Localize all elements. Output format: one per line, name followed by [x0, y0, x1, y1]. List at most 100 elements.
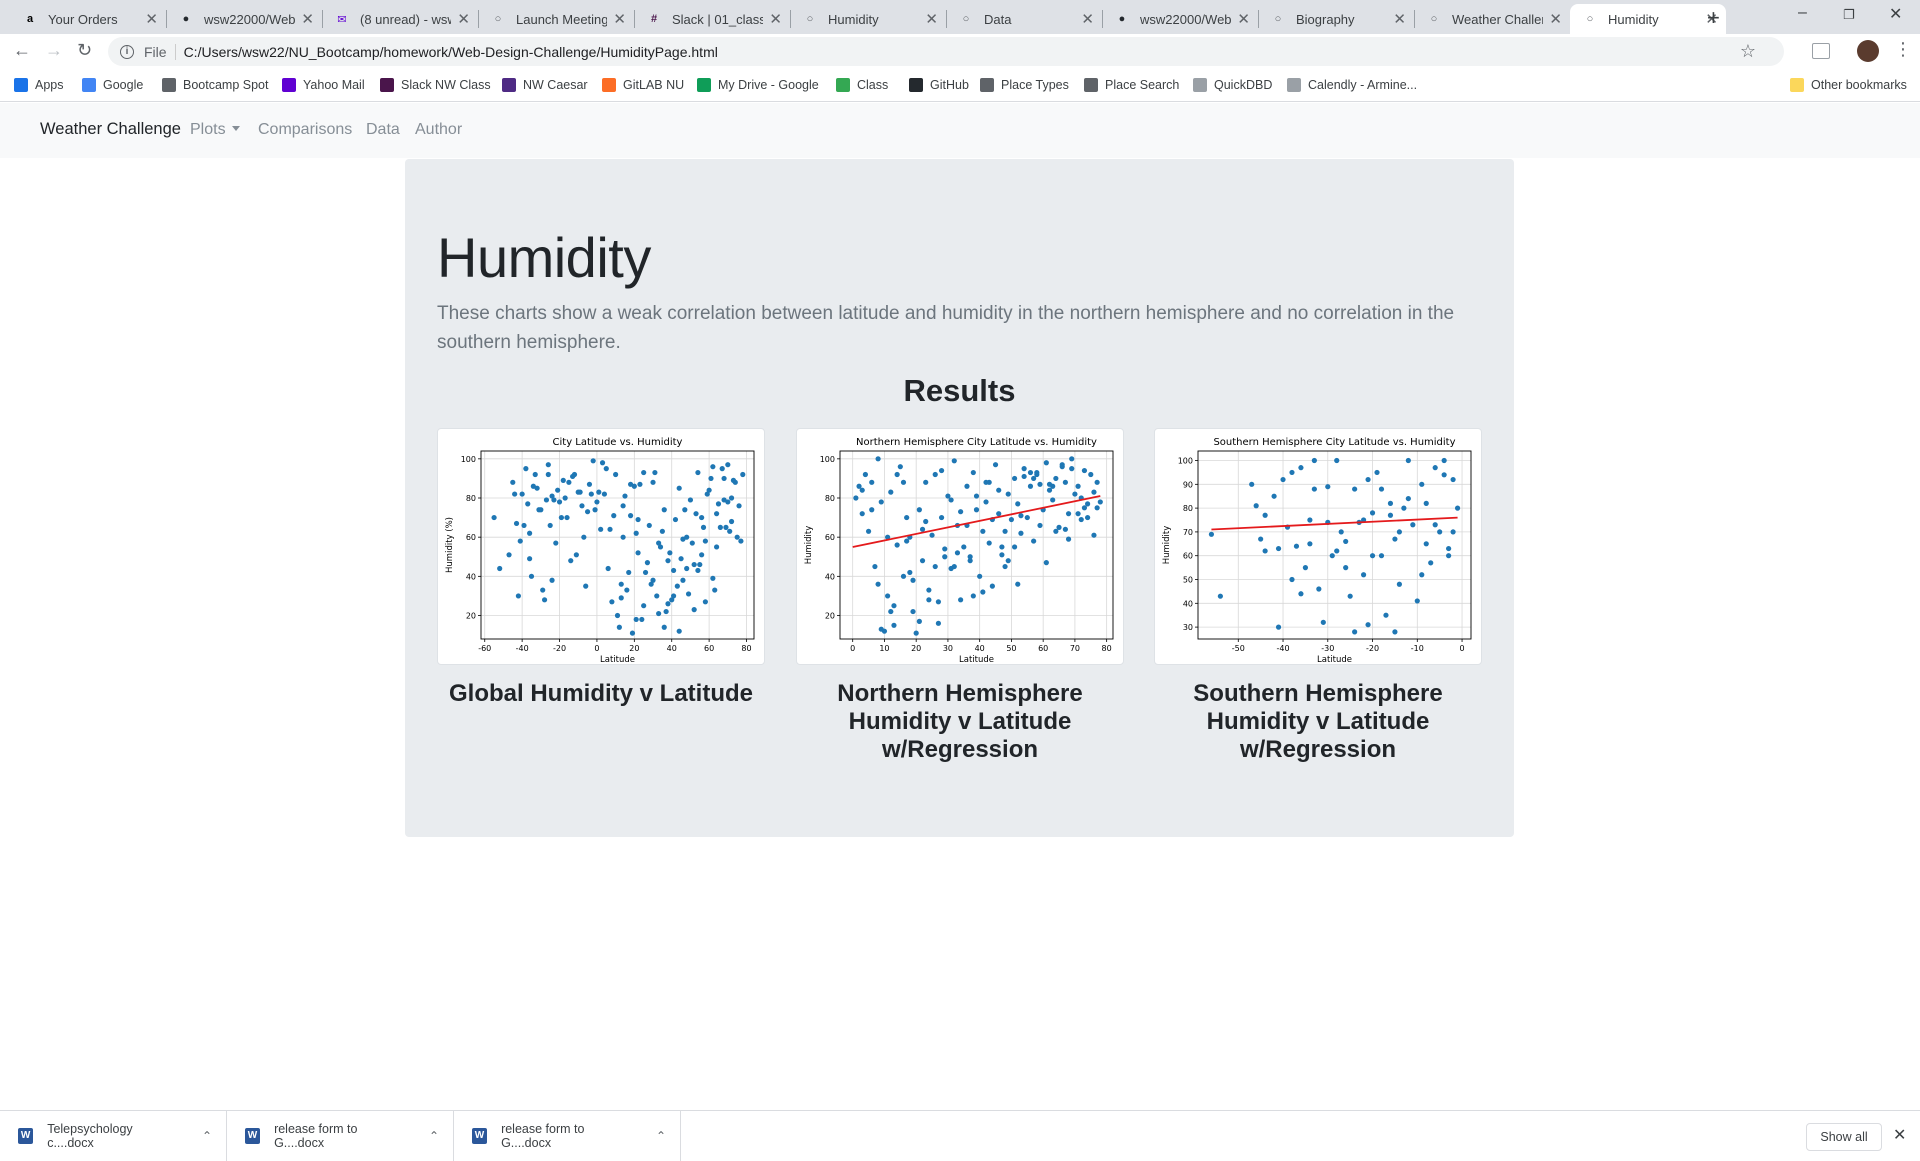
- tab[interactable]: ● wsw22000/Web- ✕: [166, 4, 322, 34]
- address-bar[interactable]: i File C:/Users/wsw22/NU_Bootcamp/homewo…: [108, 37, 1784, 66]
- tab[interactable]: ○ Biography ✕: [1258, 4, 1414, 34]
- close-tab-icon[interactable]: ✕: [457, 10, 470, 28]
- data-point: [644, 560, 651, 566]
- slack-icon: #: [650, 13, 658, 25]
- close-tab-icon[interactable]: ✕: [1393, 10, 1406, 28]
- data-point: [594, 499, 600, 505]
- download-menu-icon[interactable]: ⌃: [202, 1129, 212, 1143]
- download-menu-icon[interactable]: ⌃: [429, 1129, 439, 1143]
- data-point: [951, 458, 957, 464]
- nav-data[interactable]: Data: [366, 121, 400, 139]
- bookmark-item[interactable]: My Drive - Google: [697, 78, 819, 92]
- data-point: [1378, 553, 1385, 559]
- bookmark-item[interactable]: Apps: [14, 78, 64, 92]
- new-tab-button[interactable]: +: [1707, 5, 1720, 31]
- site-info-icon[interactable]: i: [120, 44, 134, 59]
- other-bookmarks[interactable]: Other bookmarks: [1790, 78, 1907, 92]
- bookmark-item[interactable]: Yahoo Mail: [282, 78, 365, 92]
- nav-author[interactable]: Author: [415, 121, 462, 139]
- bookmark-label: My Drive - Google: [718, 78, 819, 92]
- bookmark-item[interactable]: Place Types: [980, 78, 1069, 92]
- data-point: [1088, 471, 1094, 478]
- close-tab-icon[interactable]: ✕: [1237, 10, 1250, 28]
- tab[interactable]: ● wsw22000/Web- ✕: [1102, 4, 1258, 34]
- y-tick-label: 80: [466, 494, 476, 503]
- bookmark-item[interactable]: GitLAB NU: [602, 78, 684, 92]
- chart-card-northern[interactable]: Northern Hemisphere City Latitude vs. Hu…: [796, 428, 1124, 665]
- bookmark-item[interactable]: Class: [836, 78, 888, 92]
- data-point: [999, 544, 1005, 550]
- bookmark-item[interactable]: Slack NW Class: [380, 78, 491, 92]
- download-item[interactable]: W Telepsychology c....docx ⌃: [0, 1111, 227, 1161]
- avatar[interactable]: [1857, 40, 1879, 62]
- close-tab-icon[interactable]: ✕: [301, 10, 314, 28]
- tab[interactable]: ○ Launch Meeting ✕: [478, 4, 634, 34]
- data-point: [656, 610, 662, 617]
- data-point: [891, 622, 897, 628]
- data-point: [1414, 598, 1420, 604]
- download-item[interactable]: Wrelease form to G....docx ⌃: [454, 1111, 681, 1161]
- data-point: [676, 628, 682, 634]
- other-bookmarks-label: Other bookmarks: [1811, 78, 1907, 92]
- plots-dropdown[interactable]: Plots: [190, 121, 240, 139]
- download-menu-icon[interactable]: ⌃: [656, 1129, 666, 1143]
- chart-card-global[interactable]: City Latitude vs. Humidity -60 -40 -20 0 20 40…: [437, 428, 765, 665]
- data-point: [717, 524, 723, 530]
- data-point: [710, 464, 716, 470]
- close-tab-icon[interactable]: ✕: [613, 10, 626, 28]
- data-point: [566, 479, 572, 485]
- extension-icon[interactable]: [1812, 43, 1830, 59]
- close-tab-icon[interactable]: ✕: [769, 10, 782, 28]
- data-point: [853, 495, 859, 501]
- data-point: [1311, 486, 1317, 492]
- data-point: [708, 475, 714, 482]
- tab[interactable]: ○ Weather Challen ✕: [1414, 4, 1570, 34]
- menu-icon[interactable]: ⋮: [1894, 39, 1912, 60]
- bookmark-item[interactable]: Place Search: [1084, 78, 1179, 92]
- x-tick-label: 20: [629, 644, 639, 653]
- restore-icon[interactable]: ❐: [1843, 7, 1855, 23]
- y-axis-label: Humidity: [804, 526, 814, 565]
- nav-comparisons[interactable]: Comparisons: [258, 121, 352, 139]
- close-shelf-icon[interactable]: ✕: [1893, 1125, 1906, 1145]
- data-point: [942, 554, 948, 560]
- bookmark-item[interactable]: Google: [82, 78, 143, 92]
- close-window-icon[interactable]: ✕: [1889, 4, 1902, 24]
- tab[interactable]: ✉ (8 unread) - wsw ✕: [322, 4, 478, 34]
- data-point: [725, 462, 731, 468]
- data-point: [1343, 538, 1349, 545]
- data-point: [967, 554, 973, 560]
- southern-humidity-scatter: Southern Hemisphere City Latitude vs. Hu…: [1162, 437, 1472, 664]
- minimize-icon[interactable]: –: [1798, 4, 1807, 22]
- reload-icon[interactable]: ↻: [77, 40, 92, 61]
- show-all-button[interactable]: Show all: [1806, 1123, 1882, 1151]
- data-point: [624, 587, 630, 593]
- forward-icon[interactable]: →: [45, 40, 63, 61]
- data-point: [599, 460, 606, 466]
- close-tab-icon[interactable]: ✕: [145, 10, 158, 28]
- close-tab-icon[interactable]: ✕: [925, 10, 938, 28]
- tab[interactable]: ○ Humidity ✕: [1570, 4, 1726, 34]
- close-tab-icon[interactable]: ✕: [1549, 10, 1562, 28]
- bookmark-item[interactable]: NW Caesar: [502, 78, 588, 92]
- data-point: [1441, 472, 1447, 478]
- data-point: [689, 540, 695, 546]
- bookmark-item[interactable]: Bootcamp Spot: [162, 78, 268, 92]
- close-tab-icon[interactable]: ✕: [1081, 10, 1094, 28]
- bookmark-star-icon[interactable]: ☆: [1740, 41, 1756, 62]
- chart-card-southern[interactable]: Southern Hemisphere City Latitude vs. Hu…: [1154, 428, 1482, 665]
- tab[interactable]: a Your Orders ✕: [10, 4, 166, 34]
- bookmark-item[interactable]: QuickDBD: [1193, 78, 1272, 92]
- tab[interactable]: ○ Data ✕: [946, 4, 1102, 34]
- brand-link[interactable]: Weather Challenge: [40, 120, 181, 139]
- download-item[interactable]: Wrelease form to G....docx ⌃: [227, 1111, 454, 1161]
- bookmark-item[interactable]: GitHub: [909, 78, 969, 92]
- tab[interactable]: ○ Humidity ✕: [790, 4, 946, 34]
- data-point: [1289, 469, 1295, 476]
- address-url[interactable]: C:/Users/wsw22/NU_Bootcamp/homework/Web-…: [184, 44, 718, 60]
- back-icon[interactable]: ←: [13, 40, 31, 61]
- x-tick-label: 0: [594, 644, 599, 653]
- bookmark-item[interactable]: Calendly - Armine...: [1287, 78, 1417, 92]
- data-point: [1094, 479, 1100, 485]
- tab[interactable]: # Slack | 01_class_a ✕: [634, 4, 790, 34]
